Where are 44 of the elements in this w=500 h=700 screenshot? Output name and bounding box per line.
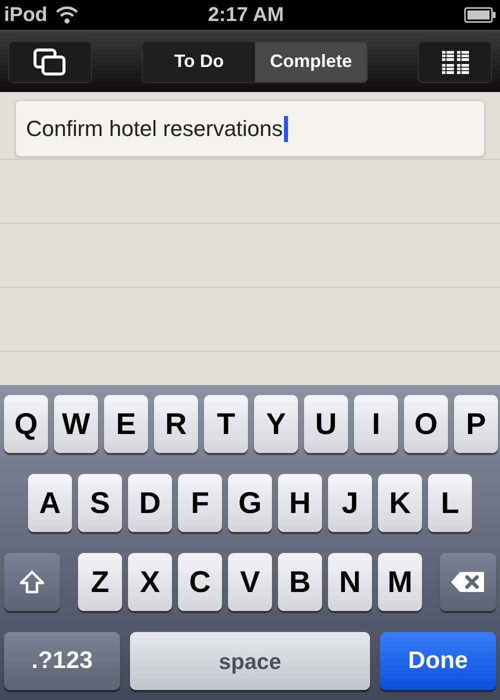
key[interactable]: S [78,474,122,532]
key[interactable]: U [304,395,348,453]
key[interactable]: M [378,553,422,611]
key[interactable]: Y [254,395,298,453]
tab[interactable]: To Do [143,42,255,82]
wifi-icon [55,6,80,24]
stacked-squares-icon [33,48,67,76]
battery-icon [464,7,496,23]
key[interactable]: W [54,395,98,453]
key[interactable]: D [128,474,172,532]
grid-view-button[interactable] [418,40,492,82]
key[interactable]: C [178,553,222,611]
key[interactable]: T [204,395,248,453]
tab[interactable]: Complete [255,42,367,82]
done-key[interactable]: Done [380,632,496,690]
shift-key[interactable] [4,553,60,611]
clock: 2:17 AM [208,3,284,28]
key[interactable]: E [104,395,148,453]
key[interactable]: K [378,474,422,532]
key[interactable]: R [154,395,198,453]
key[interactable]: N [328,553,372,611]
delete-key[interactable] [440,553,496,611]
input-field[interactable]: Confirm hotel reservations [15,100,485,157]
key[interactable]: G [228,474,272,532]
numbers-key[interactable]: .?123 [4,632,120,690]
key[interactable]: B [278,553,322,611]
key[interactable]: F [178,474,222,532]
key[interactable]: I [354,395,398,453]
key[interactable]: V [228,553,272,611]
key[interactable]: L [428,474,472,532]
key[interactable]: X [128,553,172,611]
text-cursor [284,116,288,142]
copy-button[interactable] [8,40,92,82]
carrier-label: iPod [4,3,48,28]
backspace-icon [450,570,486,594]
space-key[interactable]: space [130,632,370,690]
key[interactable]: P [454,395,498,453]
key[interactable]: Z [78,553,122,611]
shift-arrow-icon [19,570,45,594]
key[interactable]: O [404,395,448,453]
key[interactable]: A [28,474,72,532]
key[interactable]: J [328,474,372,532]
key[interactable]: H [278,474,322,532]
key[interactable]: Q [4,395,48,453]
